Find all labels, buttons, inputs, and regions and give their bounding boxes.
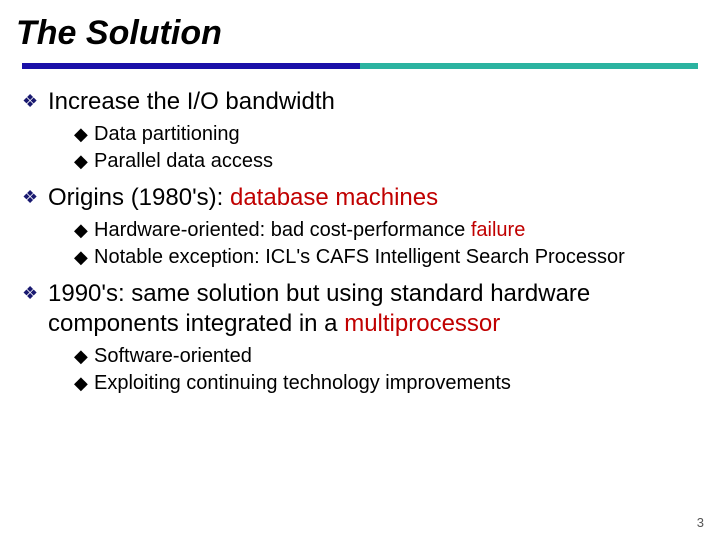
text-run-accent: failure (471, 219, 525, 241)
dot-bullet-icon: ◆ (74, 218, 94, 242)
text-run: 1990's: same solution but using standard… (48, 280, 590, 337)
diamond-bullet-icon: ❖ (22, 87, 48, 115)
slide: The Solution ❖ Increase the I/O bandwidt… (0, 0, 720, 540)
dot-bullet-icon: ◆ (74, 149, 94, 173)
diamond-bullet-icon: ❖ (22, 183, 48, 211)
diamond-bullet-icon: ❖ (22, 279, 48, 307)
text-run: Origins (1980's): (48, 184, 230, 211)
bullet-level1: ❖ Origins (1980's): database machines (22, 183, 698, 213)
bullet-level1: ❖ 1990's: same solution but using standa… (22, 279, 698, 339)
sub-bullet-text: Software-oriented (94, 344, 252, 369)
text-run: Hardware-oriented: bad cost-performance (94, 219, 471, 241)
bullet-level2: ◆ Parallel data access (74, 148, 698, 175)
sub-bullet-group: ◆ Hardware-oriented: bad cost-performanc… (22, 217, 698, 271)
slide-title: The Solution (16, 14, 698, 53)
page-number: 3 (697, 515, 704, 530)
sub-bullet-text: Notable exception: ICL's CAFS Intelligen… (94, 245, 625, 270)
sub-bullet-text: Hardware-oriented: bad cost-performance … (94, 218, 525, 243)
dot-bullet-icon: ◆ (74, 371, 94, 395)
sub-bullet-text: Parallel data access (94, 149, 273, 174)
dot-bullet-icon: ◆ (74, 122, 94, 146)
bullet-level1: ❖ Increase the I/O bandwidth (22, 87, 698, 117)
body-content: ❖ Increase the I/O bandwidth ◆ Data part… (22, 77, 698, 397)
bullet-level2: ◆ Software-oriented (74, 343, 698, 370)
title-underline (22, 63, 698, 69)
bullet-level2: ◆ Data partitioning (74, 121, 698, 148)
text-run-accent: multiprocessor (344, 310, 500, 337)
bullet-text: Origins (1980's): database machines (48, 183, 438, 213)
text-run-accent: database machines (230, 184, 438, 211)
dot-bullet-icon: ◆ (74, 245, 94, 269)
sub-bullet-text: Data partitioning (94, 122, 240, 147)
bullet-level2: ◆ Exploiting continuing technology impro… (74, 370, 698, 397)
sub-bullet-group: ◆ Data partitioning ◆ Parallel data acce… (22, 121, 698, 175)
sub-bullet-group: ◆ Software-oriented ◆ Exploiting continu… (22, 343, 698, 397)
sub-bullet-text: Exploiting continuing technology improve… (94, 371, 511, 396)
dot-bullet-icon: ◆ (74, 344, 94, 368)
bullet-text: Increase the I/O bandwidth (48, 87, 335, 117)
bullet-text: 1990's: same solution but using standard… (48, 279, 698, 339)
bullet-level2: ◆ Hardware-oriented: bad cost-performanc… (74, 217, 698, 244)
bullet-level2: ◆ Notable exception: ICL's CAFS Intellig… (74, 244, 698, 271)
